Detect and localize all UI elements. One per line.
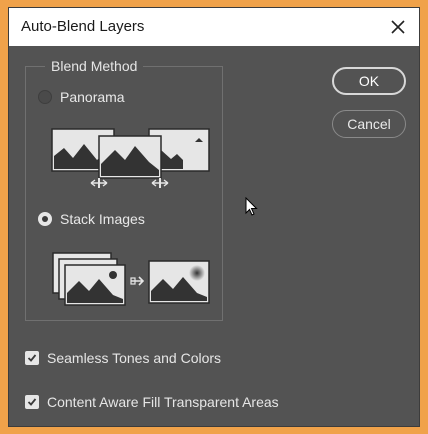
checkmark-icon: [27, 398, 37, 406]
title-bar: Auto-Blend Layers: [9, 8, 419, 46]
panorama-option[interactable]: Panorama: [38, 89, 125, 105]
panorama-illustration: [51, 128, 210, 188]
seamless-tones-option[interactable]: Seamless Tones and Colors: [25, 350, 221, 366]
stack-images-label: Stack Images: [60, 211, 145, 227]
checkmark-icon: [27, 354, 37, 362]
auto-blend-dialog: Auto-Blend Layers Blend Method Panorama: [8, 7, 420, 427]
blend-method-legend: Blend Method: [45, 58, 144, 74]
seamless-tones-checkbox[interactable]: [25, 351, 39, 365]
panorama-radio[interactable]: [38, 90, 52, 104]
stack-images-illustration: [52, 252, 210, 306]
close-button[interactable]: [385, 14, 411, 40]
stack-images-radio[interactable]: [38, 212, 52, 226]
seamless-tones-label: Seamless Tones and Colors: [47, 350, 222, 366]
close-icon: [391, 20, 405, 34]
arrow-right-icon: [130, 276, 145, 286]
stack-images-option[interactable]: Stack Images: [38, 211, 145, 227]
dialog-title: Auto-Blend Layers: [21, 18, 145, 35]
ok-button[interactable]: OK: [332, 67, 406, 95]
content-aware-label: Content Aware Fill Transparent Areas: [47, 394, 279, 410]
resize-arrow-left-icon: [90, 178, 108, 188]
panorama-label: Panorama: [60, 89, 125, 105]
content-aware-option[interactable]: Content Aware Fill Transparent Areas: [25, 394, 279, 410]
cancel-button[interactable]: Cancel: [332, 110, 406, 138]
resize-arrow-right-icon: [151, 178, 169, 188]
mouse-cursor-icon: [245, 197, 258, 216]
content-aware-checkbox[interactable]: [25, 395, 39, 409]
